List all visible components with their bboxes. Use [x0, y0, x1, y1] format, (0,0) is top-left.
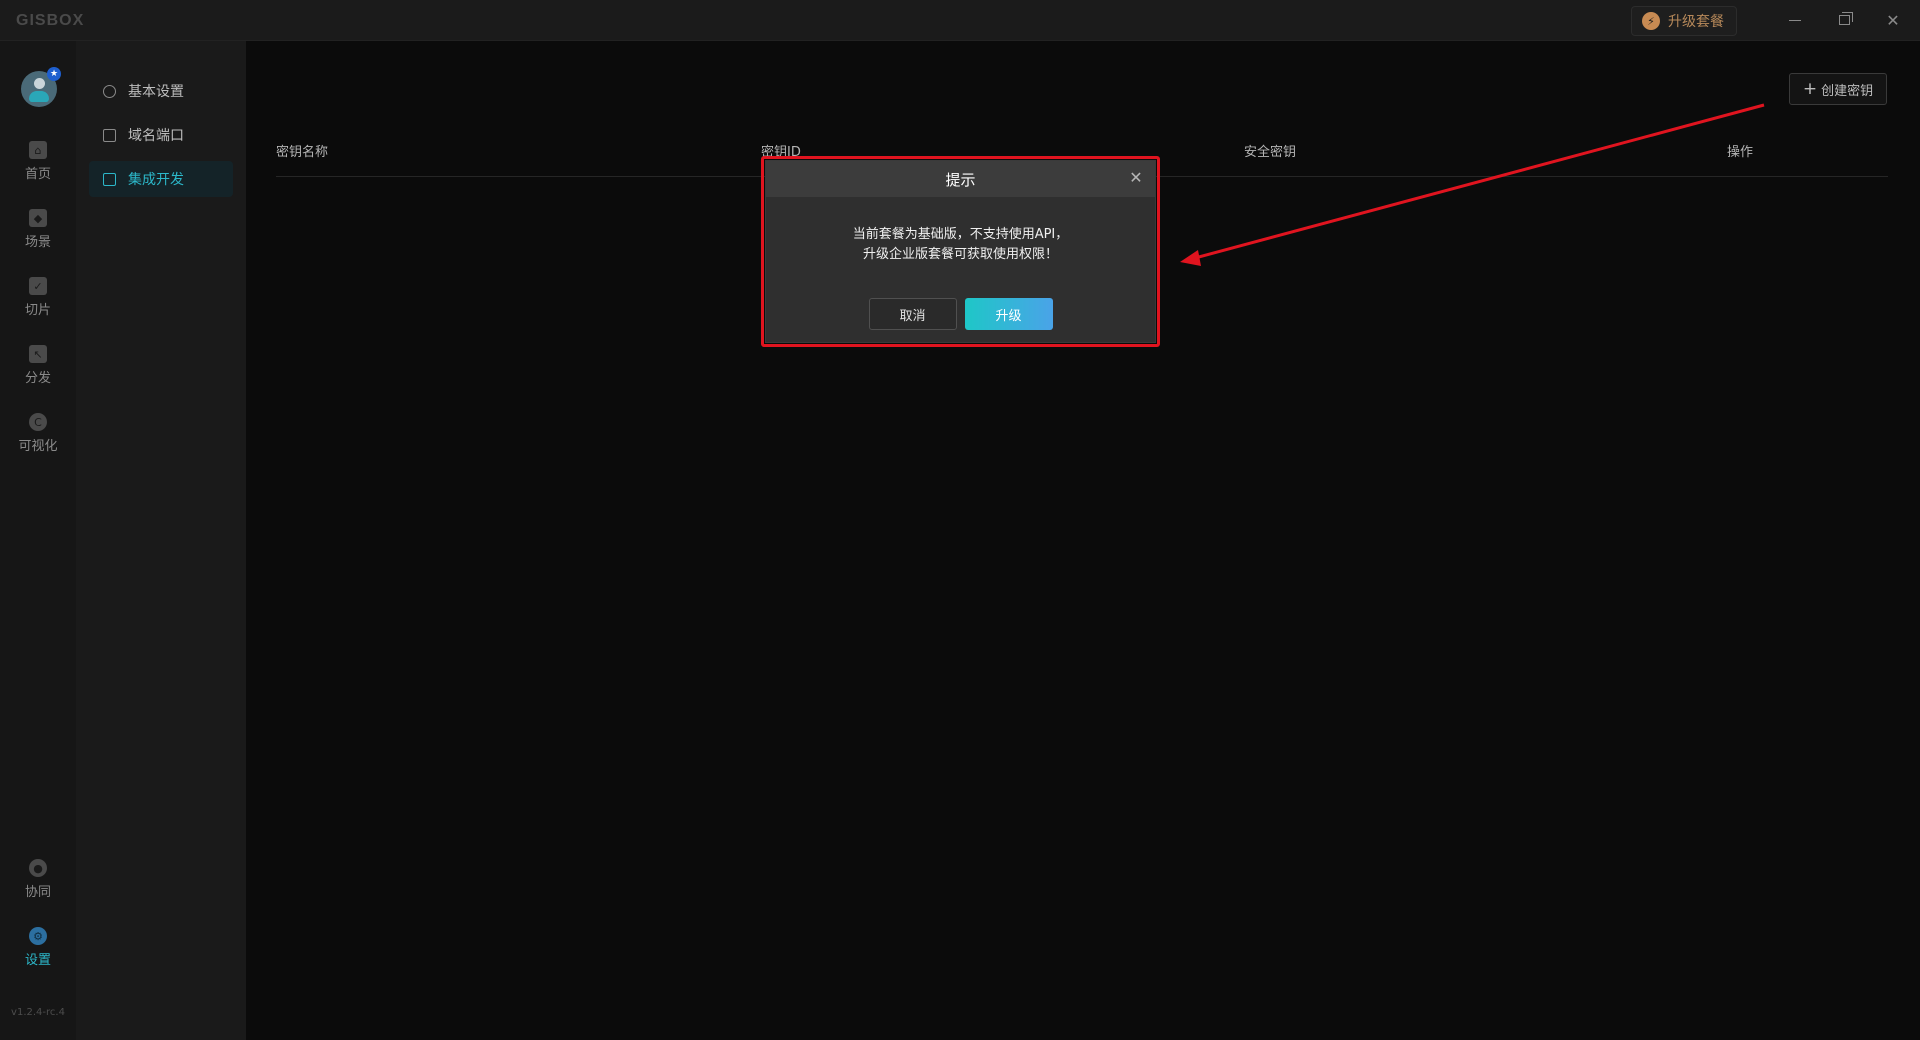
home-icon: ⌂ [29, 141, 47, 159]
dialog-message: 当前套餐为基础版，不支持使用API， 升级企业版套餐可获取使用权限！ [766, 225, 1155, 265]
nav-label: 分发 [24, 371, 51, 386]
folder-icon [103, 172, 116, 186]
minimize-button[interactable] [1775, 6, 1815, 34]
nav-label: 切片 [24, 303, 51, 318]
lightning-icon: ⚡ [1642, 12, 1660, 30]
lock-icon: ● [29, 859, 47, 877]
avatar-body [29, 91, 49, 102]
avatar[interactable]: ★ [21, 67, 61, 107]
settings-icon: ⚙ [29, 927, 47, 945]
subnav-label: 域名端口 [128, 128, 184, 144]
nav-label: 场景 [24, 235, 51, 250]
subnav-item-integration-dev[interactable]: 集成开发 [89, 161, 233, 197]
nav-item-settings[interactable]: ⚙ 设置 [0, 927, 76, 979]
document-icon [103, 128, 116, 142]
dialog-message-line-2: 升级企业版套餐可获取使用权限！ [862, 247, 1058, 262]
left-nav: ★ ⌂ 首页 ◆ 场景 ✓ 切片 ↖ 分发 C 可视化 ● 协同 ⚙ 设置 v1… [0, 41, 76, 1040]
nav-item-home[interactable]: ⌂ 首页 [0, 141, 76, 193]
create-key-label: 创建密钥 [1821, 83, 1874, 99]
settings-subnav: 基本设置 域名端口 集成开发 [76, 41, 246, 1040]
upgrade-button[interactable]: 升级 [964, 298, 1053, 330]
title-bar: GISBOX ⚡ 升级套餐 ✕ [0, 0, 1920, 41]
column-header-secret-key: 安全密钥 [1244, 145, 1297, 160]
prompt-dialog: 提示 ✕ 当前套餐为基础版，不支持使用API， 升级企业版套餐可获取使用权限！ … [765, 160, 1156, 343]
star-badge-icon: ★ [47, 67, 61, 81]
close-icon: ✕ [1886, 10, 1900, 30]
upgrade-plan-button[interactable]: ⚡ 升级套餐 [1631, 6, 1737, 36]
dialog-buttons: 取消 升级 [766, 298, 1155, 330]
dialog-message-line-1: 当前套餐为基础版，不支持使用API， [852, 227, 1069, 242]
nav-label: 可视化 [18, 439, 58, 454]
nav-item-distribute[interactable]: ↖ 分发 [0, 345, 76, 397]
create-key-button[interactable]: + 创建密钥 [1789, 73, 1887, 105]
close-window-button[interactable]: ✕ [1873, 6, 1913, 34]
app-logo: GISBOX [16, 12, 85, 29]
visualization-icon: C [29, 413, 47, 431]
nav-label: 协同 [24, 885, 51, 900]
nav-item-scene[interactable]: ◆ 场景 [0, 209, 76, 261]
gear-icon [103, 84, 116, 98]
column-header-key-name: 密钥名称 [276, 145, 329, 160]
subnav-item-domain-port[interactable]: 域名端口 [89, 117, 233, 153]
minimize-icon [1789, 19, 1801, 21]
dialog-title: 提示 [945, 170, 976, 189]
plus-icon: + [1802, 79, 1818, 99]
upgrade-plan-label: 升级套餐 [1668, 14, 1724, 30]
restore-button[interactable] [1824, 6, 1864, 34]
close-icon[interactable]: ✕ [1127, 169, 1145, 187]
subnav-label: 集成开发 [128, 172, 184, 188]
cube-icon: ◆ [29, 209, 47, 227]
nav-label: 首页 [24, 167, 51, 182]
nav-item-collaborate[interactable]: ● 协同 [0, 859, 76, 911]
column-header-actions: 操作 [1727, 145, 1754, 160]
nav-label: 设置 [24, 953, 51, 968]
subnav-item-basic-settings[interactable]: 基本设置 [89, 73, 233, 109]
dialog-header: 提示 ✕ [766, 161, 1155, 197]
nav-item-slice[interactable]: ✓ 切片 [0, 277, 76, 329]
distribute-icon: ↖ [29, 345, 47, 363]
slice-icon: ✓ [29, 277, 47, 295]
avatar-head [34, 78, 45, 89]
nav-item-visualization[interactable]: C 可视化 [0, 413, 76, 465]
restore-icon [1838, 12, 1853, 25]
subnav-label: 基本设置 [128, 84, 184, 100]
version-label: v1.2.4-rc.4 [11, 1007, 65, 1018]
cancel-button[interactable]: 取消 [868, 298, 957, 330]
